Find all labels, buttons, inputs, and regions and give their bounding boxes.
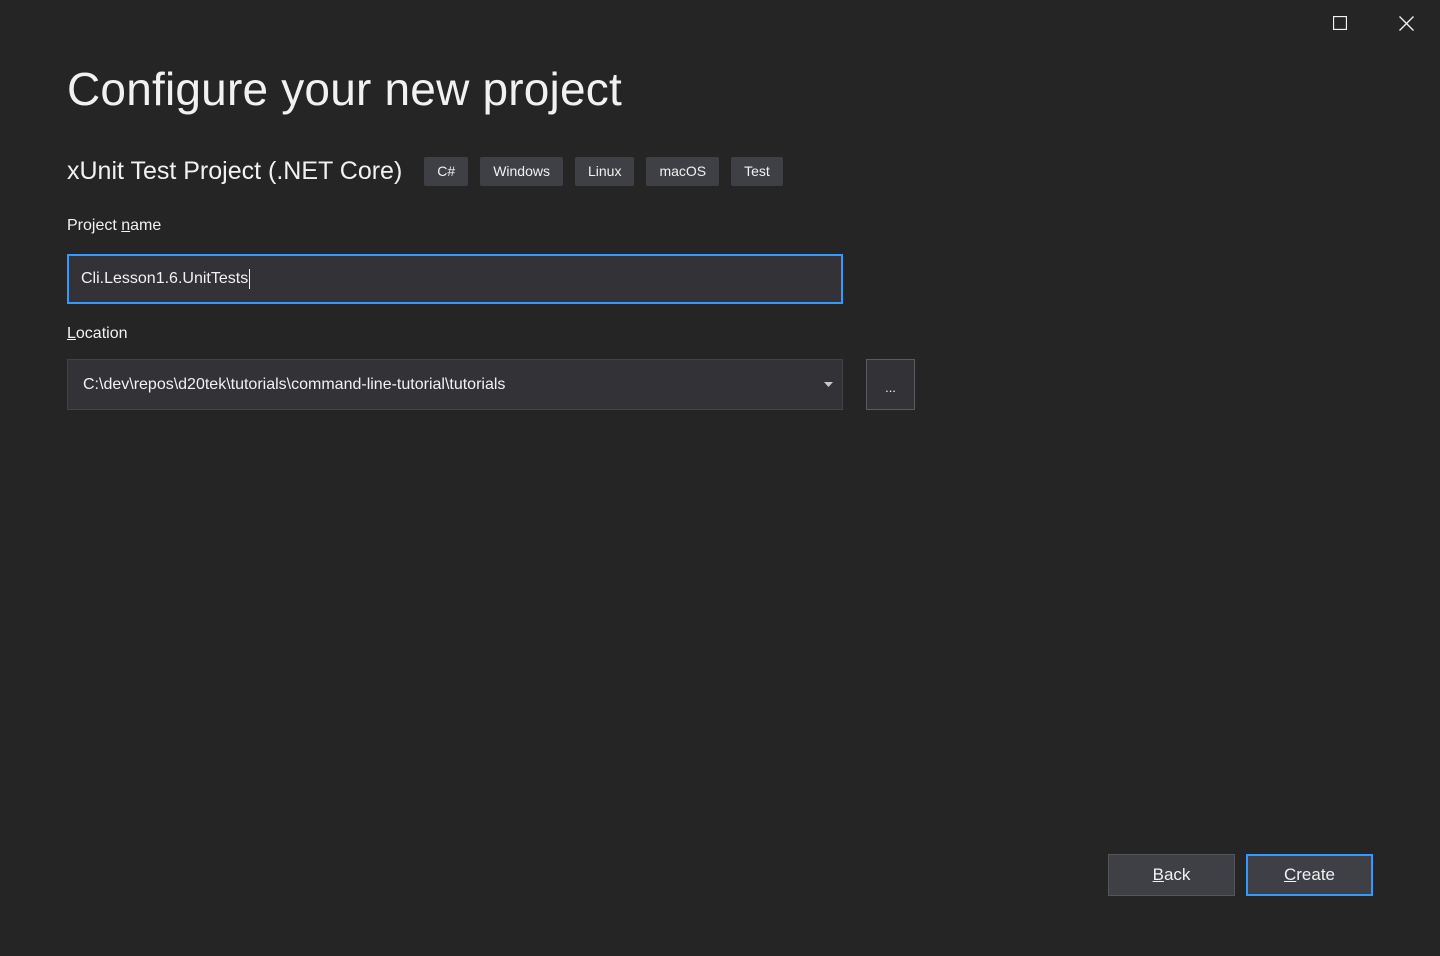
configure-project-window: Configure your new project xUnit Test Pr… bbox=[0, 0, 1440, 956]
page-title: Configure your new project bbox=[67, 63, 622, 115]
browse-location-button[interactable]: ... bbox=[866, 359, 915, 410]
text-caret bbox=[249, 269, 251, 289]
tag-project-type: Test bbox=[731, 156, 783, 186]
template-info: xUnit Test Project (.NET Core) C# Window… bbox=[67, 152, 795, 190]
maximize-button[interactable] bbox=[1306, 0, 1373, 46]
project-name-value: Cli.Lesson1.6.UnitTests bbox=[81, 270, 249, 287]
chevron-down-icon[interactable] bbox=[820, 377, 836, 393]
tag-platform-windows: Windows bbox=[480, 156, 563, 186]
location-label: Location bbox=[67, 325, 128, 342]
location-value: C:\dev\repos\d20tek\tutorials\command-li… bbox=[83, 375, 506, 393]
window-controls bbox=[1306, 0, 1440, 46]
maximize-icon bbox=[1332, 16, 1347, 30]
close-icon bbox=[1399, 15, 1414, 31]
location-combobox[interactable]: C:\dev\repos\d20tek\tutorials\command-li… bbox=[67, 359, 843, 410]
project-name-label: Project name bbox=[67, 217, 162, 234]
tag-platform-linux: Linux bbox=[574, 156, 635, 186]
template-name: xUnit Test Project (.NET Core) bbox=[67, 156, 403, 185]
project-name-input[interactable]: Cli.Lesson1.6.UnitTests bbox=[67, 254, 843, 304]
tag-language: C# bbox=[424, 156, 469, 186]
close-button[interactable] bbox=[1373, 0, 1440, 46]
tag-platform-macos: macOS bbox=[646, 156, 720, 186]
create-button[interactable]: Create bbox=[1246, 854, 1373, 896]
back-button[interactable]: Back bbox=[1108, 854, 1235, 896]
